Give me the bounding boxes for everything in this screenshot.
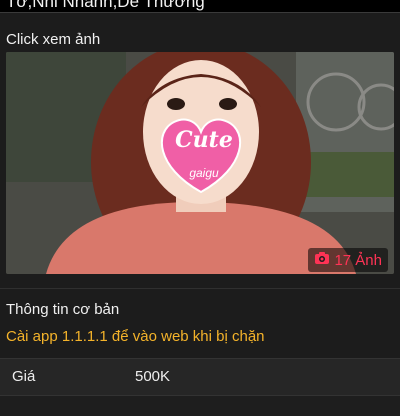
divider [0,288,400,289]
table-row: Giá 500K [0,358,400,395]
divider [0,12,400,13]
photo-count-badge[interactable]: 17 Ảnh [308,248,388,272]
listing-card: Click xem ảnh Cute gaigu 17 Ảnh Thông ti… [0,12,400,416]
info-table: Giá 500K [0,358,400,416]
photo-illustration [6,52,394,274]
photo-thumbnail[interactable]: Cute gaigu 17 Ảnh [6,52,394,274]
row-value: 500K [135,368,171,385]
click-view-photos-label[interactable]: Click xem ảnh [6,31,100,48]
sticker-subtext: gaigu [189,166,219,180]
photo-count-label: 17 Ảnh [334,251,382,269]
row-key: Giá [12,368,36,385]
camera-icon [314,251,330,269]
notice-link[interactable]: Cài app 1.1.1.1 để vào web khi bị chặn [6,328,265,345]
page-title: Tớ,Nhỉ Nhanh,Dễ Thương [6,0,205,11]
basic-info-heading: Thông tin cơ bản [6,301,120,318]
cute-sticker-text: Cute [175,127,233,153]
table-row [0,395,400,416]
